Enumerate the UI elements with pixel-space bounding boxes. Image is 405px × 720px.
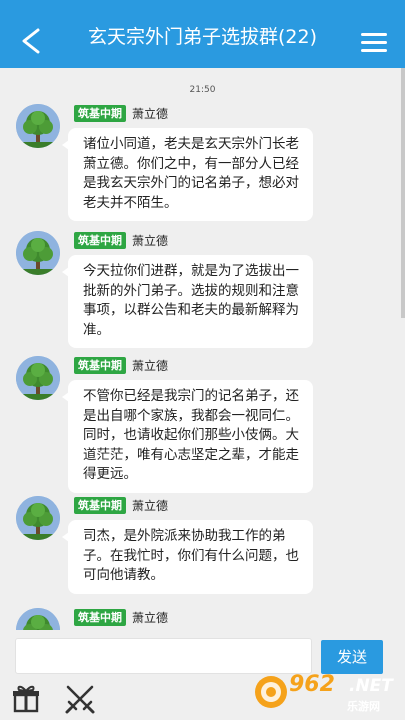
watermark-logo-icon [255,676,287,708]
rank-badge: 筑基中期 [74,496,126,514]
rank-badge: 筑基中期 [74,608,126,626]
message-timestamp: 21:50 [189,85,216,95]
sender-name: 萧立德 [132,233,169,248]
message-bubble[interactable]: 诸位小同道，老夫是玄天宗外门长老萧立德。你们之中，有一部分人已经是我玄天宗外门的… [62,128,313,221]
avatar[interactable] [16,496,60,540]
rank-badge: 筑基中期 [74,356,126,374]
message-bubble[interactable]: 司杰，是外院派来协助我工作的弟子。在我忙时，你们有什么问题，也可向他请教。 [62,520,313,594]
back-arrow-icon[interactable] [18,26,44,56]
message-meta: 筑基中期 萧立德 [74,104,168,122]
message-input[interactable] [15,638,312,674]
message-bubble[interactable]: 不管你已经是我宗门的记名弟子，还是出自哪个家族，我都会一视同仁。同时，也请收起你… [62,380,313,493]
crossed-swords-icon[interactable] [64,683,96,715]
bottom-toolbar: 962 .NET 乐游网 [0,672,405,720]
avatar[interactable] [16,608,60,630]
message-bubble[interactable]: 今天拉你们进群，就是为了选拔出一批新的外门弟子。选拔的规则和注意事项，以群公告和… [62,255,313,348]
chat-area[interactable]: 21:50 筑基中期 萧立德 诸位小同道，老夫是玄天宗外门长老萧立德。你们之中，… [0,68,405,630]
avatar[interactable] [16,231,60,275]
send-button[interactable]: 发送 [321,640,383,674]
message-meta: 筑基中期 萧立德 [74,356,168,374]
gift-icon[interactable] [11,683,41,713]
message-meta: 筑基中期 萧立德 [74,231,168,249]
rank-badge: 筑基中期 [74,104,126,122]
sender-name: 萧立德 [132,106,169,121]
avatar[interactable] [16,356,60,400]
menu-icon[interactable] [361,33,387,53]
app-header: 玄天宗外门弟子选拔群(22) [0,0,405,68]
message-meta: 筑基中期 萧立德 [74,496,168,514]
watermark-site-name: 乐游网 [347,700,380,713]
chat-title: 玄天宗外门弟子选拔群(22) [87,26,317,48]
sender-name: 萧立德 [132,498,169,513]
message-meta: 筑基中期 萧立德 [74,608,168,626]
sender-name: 萧立德 [132,610,169,625]
chat-scrollbar[interactable] [401,68,405,318]
sender-name: 萧立德 [132,358,169,373]
watermark-number: 962 [289,672,335,697]
watermark-suffix: .NET [349,676,393,696]
site-watermark: 962 .NET 乐游网 [251,670,401,718]
avatar[interactable] [16,104,60,148]
rank-badge: 筑基中期 [74,231,126,249]
